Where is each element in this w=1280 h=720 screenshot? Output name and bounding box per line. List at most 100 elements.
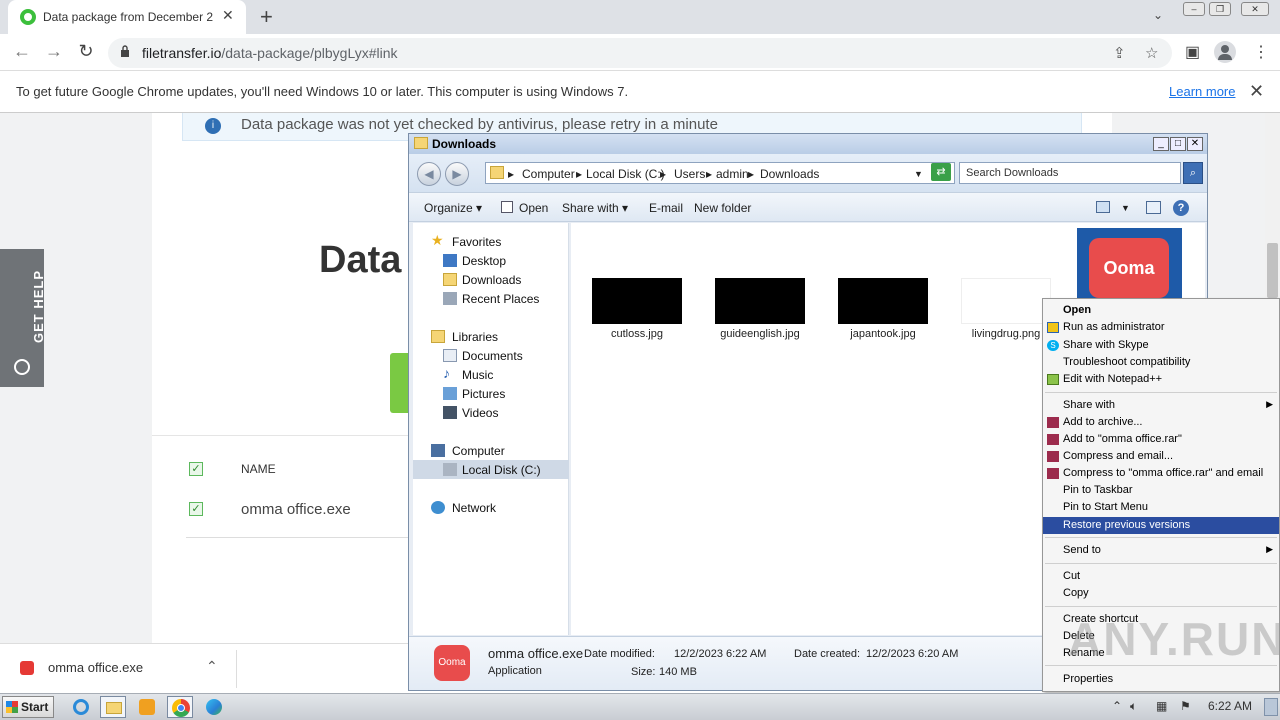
open-button[interactable]: Open (519, 201, 548, 215)
new-folder-button[interactable]: New folder (694, 201, 751, 215)
explorer-forward-button[interactable]: ▶ (445, 162, 469, 186)
new-tab-button[interactable]: + (260, 4, 273, 30)
explorer-back-button[interactable]: ◀ (417, 162, 441, 186)
nav-downloads[interactable]: Downloads (413, 270, 569, 289)
menu-compress-rar-email[interactable]: Compress to "omma office.rar" and email (1043, 465, 1279, 482)
change-view-icon[interactable] (1096, 201, 1110, 213)
back-button[interactable]: ← (11, 41, 33, 62)
menu-add-rar[interactable]: Add to "omma office.rar" (1043, 431, 1279, 448)
nav-recent-places[interactable]: Recent Places (413, 289, 569, 308)
menu-compress-email[interactable]: Compress and email... (1043, 448, 1279, 465)
breadcrumb-downloads[interactable]: Downloads (760, 167, 819, 181)
menu-copy[interactable]: Copy (1043, 585, 1279, 602)
file-name[interactable]: guideenglish.jpg (705, 328, 815, 340)
nav-libraries[interactable]: Libraries (413, 327, 569, 346)
file-thumbnail[interactable] (715, 278, 805, 324)
ooma-exe-icon[interactable]: Ooma (1077, 228, 1182, 303)
nav-favorites[interactable]: ★ Favorites (413, 232, 569, 251)
file-name[interactable]: japantook.jpg (828, 328, 938, 340)
nav-pictures[interactable]: Pictures (413, 384, 569, 403)
menu-open[interactable]: Open (1043, 302, 1279, 319)
explorer-minimize-button[interactable]: _ (1153, 137, 1169, 151)
taskbar-explorer-icon[interactable] (100, 696, 126, 718)
tab-search-chevron-icon[interactable]: ⌄ (1153, 8, 1163, 22)
explorer-title-bar[interactable]: Downloads _ □ ✕ (409, 134, 1207, 154)
refresh-icon[interactable]: ⇄ (931, 163, 951, 181)
file-name[interactable]: cutloss.jpg (582, 328, 692, 340)
nav-desktop[interactable]: Desktop (413, 251, 569, 270)
menu-run-as-admin[interactable]: Run as administrator (1043, 319, 1279, 336)
network-tray-icon[interactable]: ▦ (1156, 699, 1167, 713)
explorer-search-input[interactable]: Search Downloads (959, 162, 1181, 184)
search-icon[interactable]: ⌕ (1183, 162, 1203, 184)
action-center-flag-icon[interactable]: ⚑ (1180, 699, 1191, 713)
preview-pane-icon[interactable] (1146, 201, 1161, 214)
organize-menu[interactable]: Organize ▾ (424, 201, 482, 215)
close-window-button[interactable]: ✕ (1241, 2, 1269, 16)
select-all-checkbox[interactable]: ✓ (189, 462, 203, 476)
tab-close-icon[interactable]: ✕ (222, 7, 234, 24)
side-panel-icon[interactable]: ▣ (1185, 42, 1200, 62)
file-checkbox[interactable]: ✓ (189, 502, 203, 516)
maximize-button[interactable]: ❐ (1209, 2, 1231, 16)
download-button[interactable] (390, 353, 410, 413)
file-thumbnail[interactable] (592, 278, 682, 324)
email-button[interactable]: E-mail (649, 201, 683, 215)
menu-add-archive[interactable]: Add to archive... (1043, 414, 1279, 431)
reload-button[interactable]: ↻ (75, 41, 97, 62)
menu-troubleshoot[interactable]: Troubleshoot compatibility (1043, 354, 1279, 371)
breadcrumb-local-disk[interactable]: Local Disk (C:) (586, 167, 665, 181)
chevron-up-icon[interactable]: ⌃ (206, 658, 218, 675)
download-item-name[interactable]: omma office.exe (48, 660, 143, 675)
address-dropdown-icon[interactable]: ▼ (914, 169, 923, 179)
menu-restore-versions[interactable]: Restore previous versions (1043, 517, 1279, 534)
show-desktop-button[interactable] (1264, 698, 1278, 716)
menu-properties[interactable]: Properties (1043, 671, 1279, 688)
menu-kebab-icon[interactable]: ⋮ (1253, 42, 1269, 62)
menu-pin-start[interactable]: Pin to Start Menu (1043, 499, 1279, 516)
bookmark-star-icon[interactable]: ☆ (1145, 44, 1158, 62)
breadcrumb-users[interactable]: Users (674, 167, 705, 181)
menu-send-to[interactable]: Send to ▶ (1043, 542, 1279, 559)
menu-cut[interactable]: Cut (1043, 568, 1279, 585)
help-icon[interactable]: ? (1173, 200, 1189, 216)
taskbar-chrome-icon[interactable] (167, 696, 193, 718)
nav-local-disk[interactable]: Local Disk (C:) (413, 460, 569, 479)
share-with-menu[interactable]: Share with ▾ (562, 201, 628, 215)
clock[interactable]: 6:22 AM (1208, 699, 1252, 713)
explorer-close-button[interactable]: ✕ (1187, 137, 1203, 151)
tray-expand-icon[interactable]: ⌃ (1112, 699, 1122, 713)
taskbar-media-player-icon[interactable] (134, 696, 160, 718)
menu-edit-notepad[interactable]: Edit with Notepad++ (1043, 371, 1279, 388)
breadcrumb-admin[interactable]: admin (716, 167, 749, 181)
view-dropdown-icon[interactable]: ▼ (1121, 203, 1130, 213)
get-help-tab[interactable]: GET HELP (0, 249, 46, 387)
breadcrumb-computer[interactable]: Computer (522, 167, 575, 181)
menu-pin-taskbar[interactable]: Pin to Taskbar (1043, 482, 1279, 499)
infobar-close-icon[interactable]: ✕ (1249, 81, 1264, 102)
menu-share-with[interactable]: Share with ▶ (1043, 397, 1279, 414)
nav-computer[interactable]: Computer (413, 441, 569, 460)
profile-avatar[interactable] (1214, 41, 1236, 63)
nav-music[interactable]: ♪ Music (413, 365, 569, 384)
address-bar[interactable]: filetransfer.io/data-package/plbygLyx#li… (108, 38, 1172, 68)
share-icon[interactable]: ⇪ (1113, 44, 1126, 62)
explorer-address-bar[interactable]: ▸ Computer ▸ Local Disk (C:) ▸ Users ▸ a… (485, 162, 955, 184)
taskbar-ie-icon[interactable] (68, 696, 94, 718)
nav-network[interactable]: Network (413, 498, 569, 517)
minimize-button[interactable]: – (1183, 2, 1205, 16)
volume-icon[interactable]: 🔈︎ (1130, 699, 1137, 714)
scrollbar-thumb[interactable] (1267, 243, 1278, 298)
explorer-maximize-button[interactable]: □ (1170, 137, 1186, 151)
tab-active[interactable]: Data package from December 2nd. ✕ (8, 0, 246, 34)
nav-documents[interactable]: Documents (413, 346, 569, 365)
file-thumbnail[interactable] (961, 278, 1051, 324)
nav-videos[interactable]: Videos (413, 403, 569, 422)
start-button[interactable]: Start (2, 696, 54, 718)
file-thumbnail[interactable] (838, 278, 928, 324)
file-row-name[interactable]: omma office.exe (241, 501, 351, 518)
forward-button[interactable]: → (43, 41, 65, 62)
taskbar-edge-icon[interactable] (201, 696, 227, 718)
menu-share-skype[interactable]: S Share with Skype (1043, 337, 1279, 354)
learn-more-link[interactable]: Learn more (1169, 84, 1235, 99)
